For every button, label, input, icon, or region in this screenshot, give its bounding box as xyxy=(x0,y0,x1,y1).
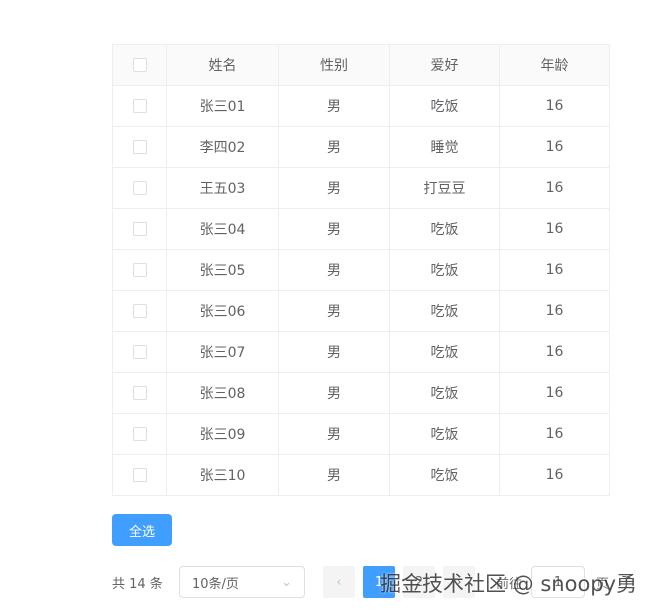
cell-name: 王五03 xyxy=(166,167,279,209)
col-age: 年龄 xyxy=(499,44,610,86)
table-row: 张三10 男吃饭 16 xyxy=(112,454,610,496)
cell-hobby: 睡觉 xyxy=(389,126,500,168)
cell-name: 张三06 xyxy=(166,290,279,332)
row-checkbox[interactable] xyxy=(132,99,147,113)
cell-gender: 男 xyxy=(278,454,390,496)
table-row: 张三07 男吃饭 16 xyxy=(112,331,610,373)
cell-hobby: 吃饭 xyxy=(389,372,500,414)
cell-gender: 男 xyxy=(278,290,390,332)
row-checkbox[interactable] xyxy=(132,222,147,236)
cell-age: 16 xyxy=(499,454,610,496)
cell-hobby: 吃饭 xyxy=(389,290,500,332)
cell-name: 张三09 xyxy=(166,413,279,455)
row-checkbox[interactable] xyxy=(132,263,147,277)
row-checkbox[interactable] xyxy=(132,468,147,482)
page-size-value: 10条/页 xyxy=(192,576,239,592)
cell-gender: 男 xyxy=(278,85,390,127)
row-checkbox[interactable] xyxy=(132,386,147,400)
cell-age: 16 xyxy=(499,208,610,250)
total-count: 共 14 条 xyxy=(112,576,163,592)
table-row: 张三08 男吃饭 16 xyxy=(112,372,610,414)
col-gender: 性别 xyxy=(278,44,390,86)
cell-gender: 男 xyxy=(278,372,390,414)
table-row: 张三06 男吃饭 16 xyxy=(112,290,610,332)
table-row: 张三04 男吃饭 16 xyxy=(112,208,610,250)
row-checkbox[interactable] xyxy=(132,304,147,318)
cell-age: 16 xyxy=(499,413,610,455)
cell-age: 16 xyxy=(499,331,610,373)
prev-page-button[interactable]: ‹ xyxy=(323,566,355,598)
table-row: 王五03 男打豆豆 16 xyxy=(112,167,610,209)
page-size-select[interactable]: 10条/页 ⌄ xyxy=(179,566,305,598)
cell-hobby: 吃饭 xyxy=(389,331,500,373)
cell-gender: 男 xyxy=(278,249,390,291)
cell-age: 16 xyxy=(499,85,610,127)
cell-age: 16 xyxy=(499,249,610,291)
table-row: 张三09 男吃饭 16 xyxy=(112,413,610,455)
row-checkbox[interactable] xyxy=(132,345,147,359)
cell-hobby: 吃饭 xyxy=(389,249,500,291)
cell-name: 张三05 xyxy=(166,249,279,291)
cell-gender: 男 xyxy=(278,413,390,455)
cell-hobby: 吃饭 xyxy=(389,208,500,250)
cell-gender: 男 xyxy=(278,331,390,373)
chevron-down-icon: ⌄ xyxy=(281,574,292,590)
watermark: 掘金技术社区 @ snoopy勇 xyxy=(380,572,638,596)
cell-name: 张三08 xyxy=(166,372,279,414)
select-all-button[interactable]: 全选 xyxy=(112,514,172,546)
cell-age: 16 xyxy=(499,290,610,332)
cell-age: 16 xyxy=(499,167,610,209)
cell-hobby: 吃饭 xyxy=(389,454,500,496)
cell-hobby: 吃饭 xyxy=(389,85,500,127)
cell-age: 16 xyxy=(499,126,610,168)
cell-hobby: 吃饭 xyxy=(389,413,500,455)
cell-name: 张三01 xyxy=(166,85,279,127)
col-hobby: 爱好 xyxy=(389,44,500,86)
table-row: 李四02 男睡觉 16 xyxy=(112,126,610,168)
select-all-checkbox[interactable] xyxy=(132,58,147,72)
col-name: 姓名 xyxy=(166,44,279,86)
row-checkbox[interactable] xyxy=(132,181,147,195)
cell-name: 张三04 xyxy=(166,208,279,250)
cell-name: 张三10 xyxy=(166,454,279,496)
cell-gender: 男 xyxy=(278,167,390,209)
row-checkbox[interactable] xyxy=(132,427,147,441)
cell-name: 张三07 xyxy=(166,331,279,373)
cell-gender: 男 xyxy=(278,126,390,168)
row-checkbox[interactable] xyxy=(132,140,147,154)
cell-hobby: 打豆豆 xyxy=(389,167,500,209)
table-header: 姓名 性别 爱好 年龄 xyxy=(112,44,610,86)
cell-age: 16 xyxy=(499,372,610,414)
table-row: 张三05 男吃饭 16 xyxy=(112,249,610,291)
table-row: 张三01 男吃饭 16 xyxy=(112,85,610,127)
data-table: 姓名 性别 爱好 年龄 张三01 男吃饭 16 李四02 男睡觉 16 王五03 男打豆豆 16… xyxy=(112,44,610,496)
cell-name: 李四02 xyxy=(166,126,279,168)
cell-gender: 男 xyxy=(278,208,390,250)
